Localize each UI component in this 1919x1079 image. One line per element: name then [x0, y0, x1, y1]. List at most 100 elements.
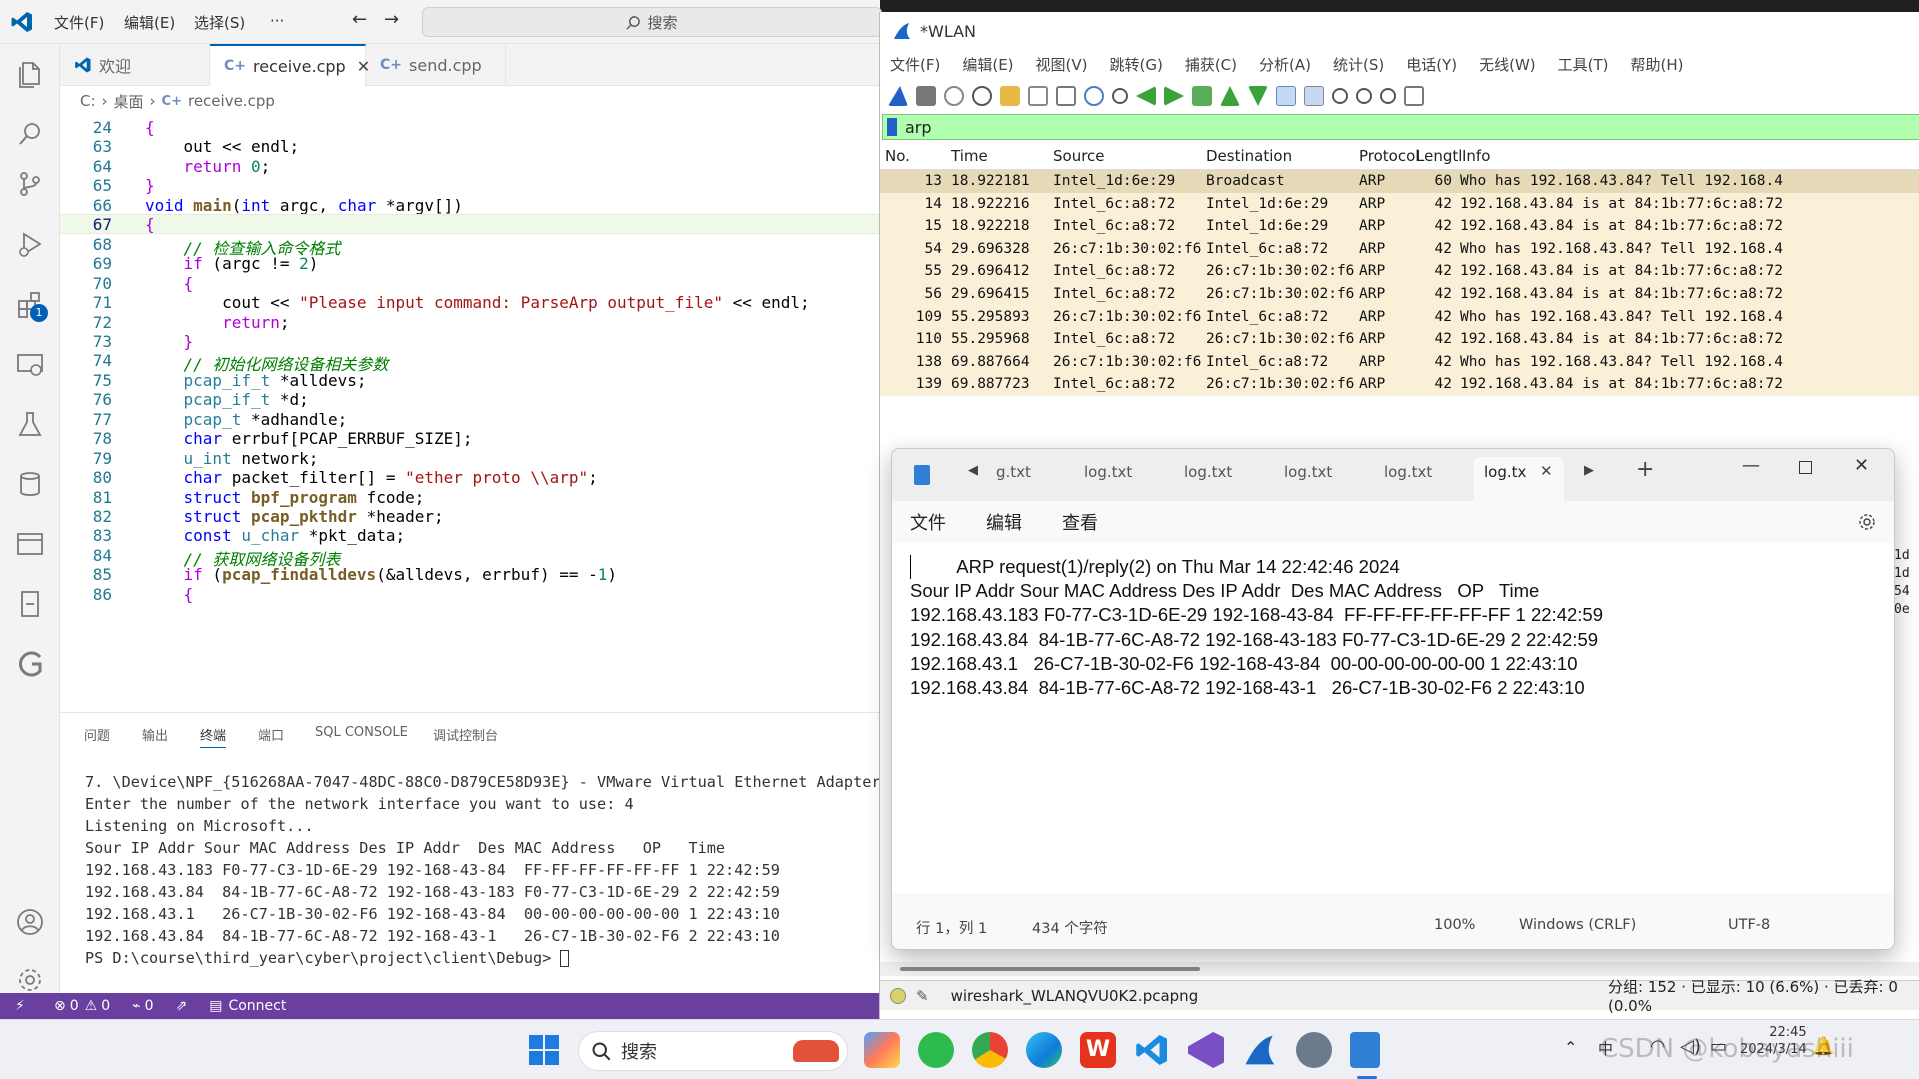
capture-options-icon[interactable] — [972, 86, 992, 106]
menu-edit[interactable]: 编辑(E) — [124, 12, 175, 33]
first-packet-icon[interactable] — [1220, 86, 1240, 106]
windows-start-icon[interactable] — [528, 1034, 560, 1066]
taskbar-clock[interactable]: 22:45 2024/3/14 — [1740, 1024, 1807, 1058]
go-back-icon[interactable] — [1136, 86, 1156, 106]
menu-more[interactable]: ··· — [270, 12, 284, 30]
code-line[interactable]: out << endl; — [145, 137, 300, 156]
packet-row[interactable]: 139 69.887723 Intel_6c:a8:72 26:c7:1b:30:02… — [880, 373, 1919, 396]
display-filter-bar[interactable]: arp — [882, 114, 1919, 140]
wifi-icon[interactable]: ◠ — [1650, 1036, 1666, 1057]
encoding[interactable]: UTF-8 — [1728, 917, 1770, 933]
go-to-packet-icon[interactable] — [1192, 86, 1212, 106]
col-time[interactable]: Time — [951, 147, 988, 165]
line-ending[interactable]: Windows (CRLF) — [1519, 917, 1636, 933]
np-tab-log-2[interactable]: log.txt — [1184, 463, 1232, 481]
close-file-icon[interactable] — [1056, 86, 1076, 106]
taskbar-search-box[interactable]: 搜索 — [578, 1031, 848, 1071]
terminal-output[interactable]: 7. \Device\NPF_{516268AA-7047-48DC-88C0-… — [85, 771, 881, 969]
menu-file[interactable]: 文件(F) — [54, 12, 104, 33]
code-line[interactable]: { — [145, 118, 155, 137]
code-line[interactable]: u_int network; — [145, 449, 319, 468]
live-share-icon[interactable]: ⇗ — [176, 998, 188, 1014]
np-tab-g-txt[interactable]: g.txt — [996, 463, 1031, 481]
col-no[interactable]: No. — [885, 147, 910, 165]
code-line[interactable]: } — [145, 176, 155, 195]
ws-menu-help[interactable]: 帮助(H) — [1631, 54, 1684, 75]
col-protocol[interactable]: Protocol — [1359, 147, 1419, 165]
back-arrow-icon[interactable]: ← — [352, 9, 367, 30]
np-tab-log-3[interactable]: log.txt — [1284, 463, 1332, 481]
copilot-icon[interactable] — [864, 1032, 900, 1068]
code-line[interactable]: pcap_t *adhandle; — [145, 410, 348, 429]
code-line[interactable]: if (pcap_findalldevs(&alldevs, errbuf) =… — [145, 565, 618, 584]
testing-icon[interactable] — [14, 408, 46, 440]
extensions-icon[interactable]: 1 — [14, 288, 48, 322]
gitlens-icon[interactable] — [14, 648, 46, 680]
packet-row[interactable]: 13 18.922181 Intel_1d:6e:29 Broadcast ARP 60 W… — [880, 170, 1919, 193]
ws-menu-statistics[interactable]: 统计(S) — [1333, 54, 1384, 75]
reload-icon[interactable] — [1084, 86, 1104, 106]
code-line[interactable]: struct pcap_pkthdr *header; — [145, 507, 444, 526]
menu-selection[interactable]: 选择(S) — [194, 12, 245, 33]
tab-send-cpp[interactable]: C+ send.cpp — [366, 44, 506, 86]
input-method-icon[interactable]: 中 — [1598, 1038, 1613, 1059]
settings-taskbar-icon[interactable] — [1296, 1032, 1332, 1068]
panel-tab-debug-console[interactable]: 调试控制台 — [433, 725, 498, 744]
zoom-in-icon[interactable] — [1332, 88, 1348, 104]
tab-welcome[interactable]: 欢迎 — [60, 44, 210, 86]
wireshark-taskbar-icon[interactable] — [1242, 1032, 1278, 1068]
packet-row[interactable]: 14 18.922216 Intel_6c:a8:72 Intel_1d:6e:29 A… — [880, 192, 1919, 216]
forward-arrow-icon[interactable]: → — [384, 9, 399, 30]
explorer-icon[interactable] — [14, 58, 46, 90]
wps-office-icon[interactable]: W — [1080, 1032, 1116, 1068]
packet-row[interactable]: 54 29.696328 26:c7:1b:30:02:f6 Intel_6c:a8:… — [880, 237, 1919, 261]
ws-menu-telephony[interactable]: 电话(Y) — [1406, 54, 1457, 75]
panels-icon[interactable] — [14, 528, 46, 560]
code-line[interactable]: void main(int argc, char *argv[]) — [145, 196, 463, 215]
edge-icon[interactable] — [1026, 1032, 1062, 1068]
packet-row[interactable]: 109 55.295893 26:c7:1b:30:02:f6 Intel_6c:a8… — [880, 305, 1919, 329]
command-search-box[interactable]: 搜索 — [422, 7, 882, 37]
wechat-icon[interactable] — [918, 1032, 954, 1068]
code-line[interactable]: if (argc != 2) — [145, 254, 319, 273]
scroll-tabs-left-icon[interactable]: ◀ — [968, 463, 978, 478]
maximize-icon[interactable] — [1799, 461, 1812, 474]
tab-receive-cpp[interactable]: C+ receive.cpp ✕ — [210, 44, 370, 86]
open-file-icon[interactable] — [1000, 86, 1020, 106]
ws-menu-wireless[interactable]: 无线(W) — [1479, 54, 1536, 75]
np-tab-active[interactable]: log.tx ✕ — [1474, 457, 1564, 501]
account-icon[interactable] — [14, 906, 46, 938]
code-line[interactable]: { — [145, 274, 194, 293]
close-window-icon[interactable]: ✕ — [1854, 455, 1869, 476]
show-hidden-icons-chevron-icon[interactable]: ⌃ — [1564, 1038, 1577, 1057]
code-line[interactable]: return; — [145, 313, 289, 332]
ws-menu-analyze[interactable]: 分析(A) — [1259, 54, 1311, 75]
horizontal-scrollbar[interactable] — [880, 962, 1919, 976]
remote-indicator-icon[interactable]: ⚡ — [0, 993, 40, 1019]
last-packet-icon[interactable] — [1248, 86, 1268, 106]
error-count[interactable]: 0 — [70, 998, 79, 1014]
expert-info-icon[interactable] — [890, 987, 906, 1004]
code-line[interactable]: pcap_if_t *alldevs; — [145, 371, 367, 390]
col-info[interactable]: Info — [1462, 147, 1490, 165]
close-tab-icon[interactable]: ✕ — [1540, 462, 1553, 480]
errors-icon[interactable]: ⊗ — [54, 998, 66, 1014]
restart-capture-icon[interactable] — [944, 86, 964, 106]
notepad-text-area[interactable]: ARP request(1)/reply(2) on Thu Mar 14 22… — [892, 543, 1894, 893]
code-line[interactable]: return 0; — [145, 157, 271, 176]
volume-icon[interactable]: ◁) — [1680, 1036, 1701, 1057]
np-tab-log-1[interactable]: log.txt — [1084, 463, 1132, 481]
stop-capture-icon[interactable] — [916, 86, 936, 106]
scrollbar-thumb[interactable] — [900, 967, 1200, 971]
colorize-icon[interactable] — [1304, 86, 1324, 106]
remote-explorer-icon[interactable] — [14, 348, 46, 380]
packet-row[interactable]: 15 18.922218 Intel_6c:a8:72 Intel_1d:6e:29 A… — [880, 215, 1919, 238]
code-line[interactable]: pcap_if_t *d; — [145, 390, 309, 409]
ws-menu-tools[interactable]: 工具(T) — [1558, 54, 1609, 75]
warning-count[interactable]: 0 — [101, 998, 110, 1014]
bookmark-icon[interactable] — [887, 118, 897, 136]
zoom-out-icon[interactable] — [1356, 88, 1372, 104]
code-line[interactable]: cout << "Please input command: ParseArp … — [145, 293, 810, 312]
normal-size-icon[interactable] — [1380, 88, 1396, 104]
code-line[interactable]: char packet_filter[] = "ether proto \\ar… — [145, 468, 598, 487]
